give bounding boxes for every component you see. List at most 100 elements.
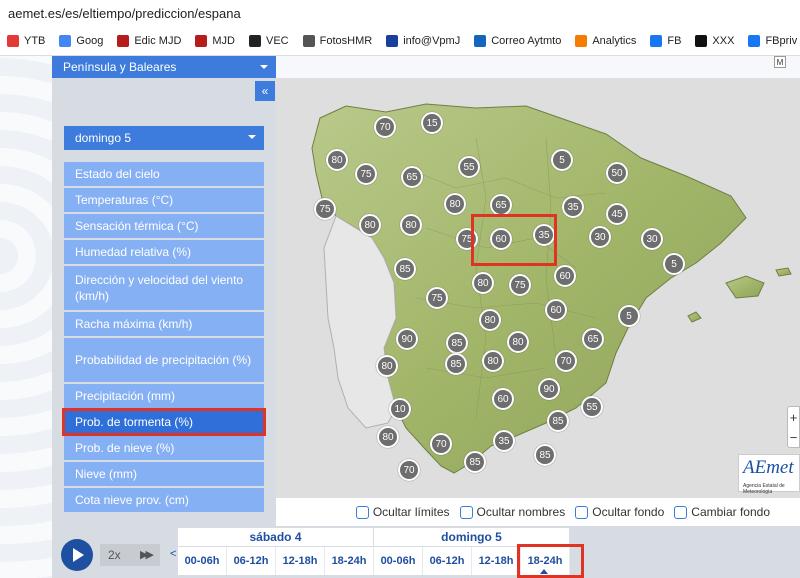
timeline-prev-icon[interactable]: < bbox=[170, 548, 176, 560]
zoom-out-icon[interactable]: − bbox=[790, 430, 798, 445]
bookmark-item[interactable]: Correo Aytmto bbox=[467, 26, 568, 55]
probability-marker[interactable]: 80 bbox=[326, 149, 348, 171]
probability-marker[interactable]: 70 bbox=[430, 433, 452, 455]
probability-marker[interactable]: 50 bbox=[606, 162, 628, 184]
map-option[interactable]: Cambiar fondo bbox=[674, 505, 770, 519]
region-select[interactable]: Península y Baleares bbox=[52, 56, 276, 78]
probability-marker[interactable]: 35 bbox=[493, 430, 515, 452]
probability-marker[interactable]: 55 bbox=[581, 396, 603, 418]
collapse-sidebar-button[interactable]: « bbox=[255, 81, 275, 101]
address-bar[interactable]: aemet.es/es/eltiempo/prediccion/espana bbox=[0, 0, 800, 26]
bookmark-item[interactable]: MJD bbox=[188, 26, 242, 55]
play-button[interactable] bbox=[61, 539, 93, 571]
probability-marker[interactable]: 65 bbox=[490, 194, 512, 216]
checkbox[interactable] bbox=[575, 505, 589, 519]
timeline-slot[interactable]: 06-12h bbox=[227, 547, 276, 575]
probability-marker[interactable]: 85 bbox=[534, 444, 556, 466]
checkbox[interactable] bbox=[355, 505, 369, 519]
probability-marker[interactable]: 35 bbox=[562, 196, 584, 218]
probability-marker[interactable]: 30 bbox=[641, 228, 663, 250]
bookmark-item[interactable]: Analytics bbox=[568, 26, 643, 55]
timeline-slot[interactable]: 12-18h bbox=[276, 547, 325, 575]
probability-marker[interactable]: 80 bbox=[377, 426, 399, 448]
probability-marker[interactable]: 90 bbox=[396, 328, 418, 350]
zoom-in-icon[interactable]: + bbox=[790, 410, 798, 425]
probability-marker[interactable]: 80 bbox=[507, 331, 529, 353]
menu-item[interactable]: Estado del cielo bbox=[64, 162, 264, 186]
bookmark-item[interactable]: FotosHMR bbox=[296, 26, 380, 55]
probability-marker[interactable]: 85 bbox=[547, 410, 569, 432]
probability-marker[interactable]: 60 bbox=[554, 265, 576, 287]
bookmark-item[interactable]: Goog bbox=[52, 26, 110, 55]
checkbox[interactable] bbox=[674, 505, 688, 519]
probability-marker[interactable]: 10 bbox=[389, 398, 411, 420]
menu-item[interactable]: Temperaturas (°C) bbox=[64, 188, 264, 212]
forecast-map[interactable]: 80 70 15 75 65 55 5 80 65 35 50 75 80 80 45 75 60 35 30 30 8… bbox=[276, 78, 800, 498]
bookmark-label: Analytics bbox=[592, 34, 637, 47]
checkbox[interactable] bbox=[459, 505, 473, 519]
bookmark-item[interactable]: info@VpmJ bbox=[379, 26, 467, 55]
probability-marker[interactable]: 75 bbox=[314, 198, 336, 220]
probability-marker[interactable]: 70 bbox=[555, 350, 577, 372]
probability-marker[interactable]: 5 bbox=[663, 253, 685, 275]
map-option[interactable]: Ocultar fondo bbox=[575, 505, 664, 519]
probability-marker[interactable]: 80 bbox=[479, 309, 501, 331]
bookmark-item[interactable]: Edic MJD bbox=[110, 26, 188, 55]
map-option[interactable]: Ocultar nombres bbox=[459, 505, 565, 519]
probability-marker[interactable]: 80 bbox=[472, 272, 494, 294]
probability-marker[interactable]: 15 bbox=[421, 112, 443, 134]
probability-marker[interactable]: 75 bbox=[426, 287, 448, 309]
probability-marker[interactable]: 65 bbox=[401, 166, 423, 188]
probability-marker[interactable]: 80 bbox=[359, 214, 381, 236]
map-layer-button[interactable]: M bbox=[774, 56, 786, 68]
bookmark-item[interactable]: VEC bbox=[242, 26, 296, 55]
probability-marker[interactable]: 5 bbox=[618, 305, 640, 327]
timeline-slot[interactable]: 06-12h bbox=[423, 547, 472, 575]
probability-marker[interactable]: 85 bbox=[445, 353, 467, 375]
menu-item[interactable]: Precipitación (mm) bbox=[64, 384, 264, 408]
bookmark-item[interactable]: XXX bbox=[688, 26, 741, 55]
probability-marker[interactable]: 5 bbox=[551, 149, 573, 171]
menu-item[interactable]: Nieve (mm) bbox=[64, 462, 264, 486]
menu-item[interactable]: Probabilidad de precipitación (%) bbox=[64, 338, 264, 382]
timeline-slot[interactable]: 12-18h bbox=[472, 547, 521, 575]
outlook-icon bbox=[474, 34, 487, 47]
probability-marker[interactable]: 70 bbox=[398, 459, 420, 481]
probability-marker[interactable]: 80 bbox=[444, 193, 466, 215]
probability-marker[interactable]: 80 bbox=[400, 214, 422, 236]
probability-marker[interactable]: 85 bbox=[394, 258, 416, 280]
probability-marker[interactable]: 30 bbox=[589, 226, 611, 248]
probability-marker[interactable]: 70 bbox=[374, 116, 396, 138]
menu-item[interactable]: Humedad relativa (%) bbox=[64, 240, 264, 264]
probability-marker[interactable]: 55 bbox=[458, 156, 480, 178]
probability-marker[interactable]: 85 bbox=[446, 332, 468, 354]
probability-marker[interactable]: 65 bbox=[582, 328, 604, 350]
probability-marker[interactable]: 80 bbox=[376, 355, 398, 377]
menu-item-label: Prob. de nieve (%) bbox=[75, 441, 175, 455]
timeline-slot[interactable]: 00-06h bbox=[374, 547, 423, 575]
probability-marker[interactable]: 60 bbox=[492, 388, 514, 410]
probability-marker[interactable]: 45 bbox=[606, 203, 628, 225]
day-select[interactable]: domingo 5 bbox=[64, 126, 264, 150]
probability-marker[interactable]: 80 bbox=[482, 350, 504, 372]
menu-item[interactable]: Dirección y velocidad del viento (km/h) bbox=[64, 266, 264, 310]
probability-marker[interactable]: 85 bbox=[464, 451, 486, 473]
menu-item[interactable]: Prob. de nieve (%) bbox=[64, 436, 264, 460]
bookmark-item[interactable]: YTB bbox=[0, 26, 52, 55]
bookmark-item[interactable]: FB bbox=[643, 26, 688, 55]
map-option[interactable]: Ocultar límites bbox=[355, 505, 450, 519]
probability-marker[interactable]: 60 bbox=[545, 299, 567, 321]
probability-marker[interactable]: 90 bbox=[538, 378, 560, 400]
probability-marker[interactable]: 75 bbox=[509, 274, 531, 296]
menu-item[interactable]: Sensación térmica (°C) bbox=[64, 214, 264, 238]
menu-item[interactable]: Cota nieve prov. (cm) bbox=[64, 488, 264, 512]
menu-item[interactable]: Racha máxima (km/h) bbox=[64, 312, 264, 336]
menu-item[interactable]: Prob. de tormenta (%) bbox=[62, 408, 266, 436]
probability-marker[interactable]: 75 bbox=[355, 163, 377, 185]
speed-selector[interactable]: 2x bbox=[100, 544, 160, 566]
timeline-slot[interactable]: 18-24h bbox=[325, 547, 374, 575]
zoom-control[interactable]: + − bbox=[787, 406, 800, 448]
bookmark-item[interactable]: FBpriv bbox=[741, 26, 800, 55]
timeline-slot[interactable]: 00-06h bbox=[178, 547, 227, 575]
fast-forward-icon[interactable]: ▶▶ bbox=[140, 548, 154, 561]
